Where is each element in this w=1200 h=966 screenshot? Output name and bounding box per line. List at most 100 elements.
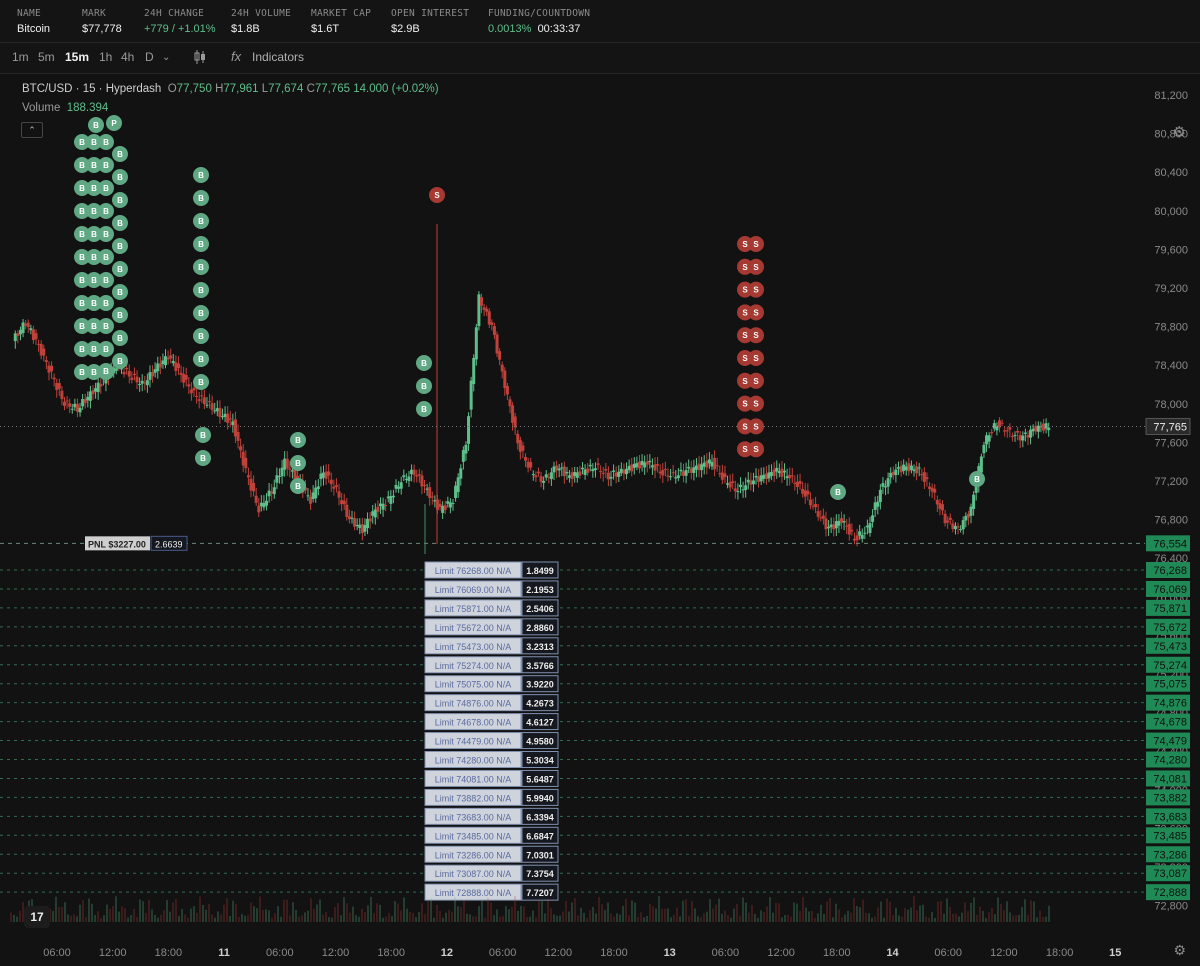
candle-body (575, 472, 579, 478)
candle-body (52, 377, 56, 380)
candle-body (86, 396, 90, 401)
timeframe-d[interactable]: D (145, 50, 154, 64)
candle-body (337, 491, 341, 498)
candle-body (425, 488, 429, 490)
settings-gear-icon[interactable]: ⚙ (1173, 123, 1186, 141)
tradingview-logo-icon[interactable]: 17 (24, 906, 50, 928)
volume-bar (877, 907, 879, 922)
candle-body (412, 469, 416, 475)
volume-bar (130, 915, 132, 922)
volume-bar (724, 910, 726, 922)
buy-marker-letter: B (117, 334, 123, 343)
candle-body (366, 518, 370, 529)
candle-body (808, 499, 812, 506)
volume-bar (553, 914, 555, 922)
candle-body (992, 423, 996, 429)
volume-bar (109, 908, 111, 922)
candle-style-icon[interactable] (193, 49, 207, 68)
candle-body (55, 383, 59, 390)
indicators-fx-icon[interactable]: fx (231, 49, 241, 64)
timeframe-5m[interactable]: 5m (38, 50, 55, 64)
volume-bar (646, 915, 648, 922)
candle-body (161, 360, 165, 365)
volume-bar (1018, 914, 1020, 922)
time-axis-label: 06:00 (712, 947, 740, 959)
volume-bar (307, 910, 309, 922)
volume-bar (364, 911, 366, 922)
volume-bar (295, 909, 297, 922)
timeframe-15m[interactable]: 15m (65, 50, 89, 64)
timeframe-dropdown-chevron-icon[interactable]: ⌄ (162, 52, 170, 63)
candle-body (850, 529, 854, 532)
volume-bar (481, 900, 483, 922)
timeframe-1m[interactable]: 1m (12, 50, 29, 64)
volume-bar (286, 899, 288, 922)
timeframe-1h[interactable]: 1h (99, 50, 112, 64)
candle-body (327, 471, 331, 476)
candle-body (329, 479, 333, 485)
candle-body (197, 399, 201, 401)
limit-order-price: 73,683 (1153, 811, 1187, 823)
chart-canvas[interactable]: 81,20080,80080,40080,00079,60079,20078,8… (0, 74, 1200, 966)
candle-body (842, 521, 846, 523)
buy-marker-letter: B (93, 121, 99, 130)
volume-bar (613, 916, 615, 922)
volume-bar (115, 896, 117, 922)
candle-body (500, 364, 504, 372)
volume-bar (892, 915, 894, 922)
buy-marker-letter: B (91, 253, 97, 262)
buy-marker-letter: B (103, 367, 109, 376)
limit-order-price: 74,280 (1153, 755, 1187, 767)
stat-name-label: NAME (17, 8, 42, 19)
candle-body (384, 505, 388, 507)
candle-body (790, 475, 794, 477)
volume-bar (604, 909, 606, 922)
volume-bar (253, 906, 255, 922)
indicators-button[interactable]: Indicators (252, 50, 304, 64)
axis-settings-icon[interactable]: ⚙ (1173, 942, 1186, 959)
buy-marker-letter: B (198, 171, 204, 180)
limit-order-price: 73,087 (1153, 868, 1187, 880)
volume-bar (988, 912, 990, 922)
candle-body (208, 401, 212, 403)
candle-body (239, 446, 243, 451)
buy-marker-letter: B (117, 288, 123, 297)
candle-body (389, 495, 393, 504)
candle-body (852, 538, 856, 541)
volume-bar (316, 904, 318, 922)
candle-body (964, 515, 968, 521)
candle-body (738, 484, 742, 488)
candle-body (635, 463, 639, 468)
volume-bar (781, 917, 783, 922)
candle-body (788, 474, 792, 479)
candle-body (213, 410, 217, 412)
volume-bar (748, 912, 750, 922)
sell-marker-letter: S (742, 286, 748, 295)
candle-body (1010, 436, 1014, 438)
price-chart[interactable]: 81,200 80,800 80,400 80,000 79,600 79,200 78,8… (0, 74, 1200, 966)
timeframe-4h[interactable]: 4h (121, 50, 134, 64)
limit-order-price: 75,473 (1153, 641, 1187, 653)
volume-bar (412, 912, 414, 922)
volume-bar (67, 914, 69, 922)
candle-body (272, 487, 276, 495)
candle-body (904, 466, 908, 471)
volume-bar (136, 917, 138, 922)
candle-body (394, 484, 398, 489)
limit-order-price: 72,888 (1153, 887, 1187, 899)
volume-bar (511, 906, 513, 922)
candle-body (151, 372, 155, 377)
candle-body (83, 398, 87, 403)
volume-bar (124, 908, 126, 922)
collapse-legend-button[interactable]: ⌃ (21, 122, 43, 138)
candle-body (687, 466, 691, 469)
candle-body (643, 462, 647, 468)
buy-marker-letter: B (117, 311, 123, 320)
candle-body (845, 525, 849, 527)
candle-body (280, 467, 284, 477)
candle-body (972, 494, 976, 509)
volume-bar (289, 915, 291, 922)
candle-body (182, 374, 186, 383)
buy-marker-letter: B (421, 382, 427, 391)
volume-bar (1009, 912, 1011, 922)
